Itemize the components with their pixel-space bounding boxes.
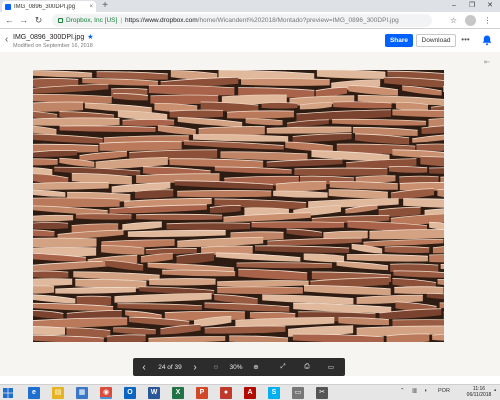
stacked-cork-bark-image: [33, 70, 444, 342]
new-tab-button[interactable]: +: [100, 1, 110, 11]
dropbox-favicon-icon: [5, 3, 11, 10]
taskbar-powerpoint-icon[interactable]: P: [196, 387, 208, 399]
taskbar-app-gray-icon[interactable]: ▭: [292, 387, 304, 399]
minimize-button[interactable]: –: [445, 0, 463, 12]
chrome-menu-icon[interactable]: ⋮: [482, 15, 493, 26]
back-chevron-icon[interactable]: ‹: [5, 34, 8, 45]
preview-area: [0, 52, 500, 376]
next-file-icon[interactable]: ›: [189, 358, 201, 376]
taskbar-excel-icon[interactable]: X: [172, 387, 184, 399]
back-arrow-icon[interactable]: ←: [4, 15, 15, 26]
taskbar-word-icon[interactable]: W: [148, 387, 160, 399]
tab-close-icon[interactable]: ×: [89, 4, 93, 10]
clock-date: 06/11/2018: [466, 392, 492, 398]
profile-avatar-icon[interactable]: [465, 15, 476, 26]
zoom-in-icon[interactable]: ⊕: [245, 358, 267, 376]
notification-bell-icon[interactable]: [481, 34, 493, 46]
bookmark-star-icon[interactable]: ☆: [448, 15, 459, 26]
taskbar-chrome-icon[interactable]: ◉: [100, 387, 112, 399]
url-host: https://www.dropbox.com: [125, 17, 198, 24]
taskbar-store-icon[interactable]: ▦: [76, 387, 88, 399]
modified-date: Modified on September 16, 2018: [13, 43, 93, 49]
windows-start-icon[interactable]: [2, 387, 14, 399]
taskbar-outlook-icon[interactable]: O: [124, 387, 136, 399]
url-path: /home/Wicandent%202018/Montado?preview=I…: [197, 17, 399, 24]
print-icon[interactable]: ⎙: [295, 358, 319, 376]
forward-arrow-icon[interactable]: →: [18, 15, 29, 26]
site-identity: Dropbox, Inc [US]: [66, 17, 118, 24]
file-name: IMG_0896_300DPI.jpg: [13, 33, 85, 41]
action-center-icon[interactable]: ▪: [494, 388, 496, 394]
reload-icon[interactable]: ↻: [33, 15, 44, 26]
sidebar-toggle-icon[interactable]: ⇤: [484, 58, 490, 66]
tray-up-arrow-icon[interactable]: ⌃: [400, 388, 405, 394]
zoom-out-icon[interactable]: ⊖: [205, 358, 227, 376]
browser-tab[interactable]: IMG_0896_300DPI.jpg ×: [2, 1, 96, 12]
image-preview[interactable]: [33, 70, 444, 342]
preview-header: ‹ IMG_0896_300DPI.jpg ★ Modified on Sept…: [0, 30, 500, 52]
language-indicator[interactable]: POR: [438, 388, 450, 394]
taskbar-clock[interactable]: 11:16 06/11/2018: [464, 386, 494, 398]
tab-title: IMG_0896_300DPI.jpg: [14, 3, 76, 10]
volume-icon[interactable]: ◖: [424, 388, 427, 394]
preview-controls: ‹ 24 of 39 › ⊖ 30% ⊕ ⤢ ⎙ ▭: [133, 358, 345, 376]
restore-button[interactable]: ❐: [463, 0, 481, 12]
fullscreen-icon[interactable]: ⤢: [271, 358, 295, 376]
taskbar-app-red-icon[interactable]: ●: [220, 387, 232, 399]
taskbar-snip-icon[interactable]: ✂: [316, 387, 328, 399]
download-button[interactable]: Download: [416, 34, 456, 47]
address-bar-row: ← → ↻ Dropbox, Inc [US] | https://www.dr…: [0, 12, 500, 29]
windows-taskbar: e ▤ ▦ ◉ O W X P ● A S ▭ ✂ ⌃ ▥ ◖ POR 11:16 06/11/2018…: [0, 384, 500, 400]
previous-file-icon[interactable]: ‹: [137, 358, 151, 376]
taskbar-ie-icon[interactable]: e: [28, 387, 40, 399]
tab-strip: IMG_0896_300DPI.jpg × + – ❐ ✕: [0, 0, 500, 12]
lock-icon: [58, 18, 63, 23]
url-bar[interactable]: Dropbox, Inc [US] | https://www.dropbox.…: [52, 14, 432, 27]
url-separator: |: [120, 17, 123, 24]
close-window-button[interactable]: ✕: [481, 0, 499, 12]
favorite-star-icon[interactable]: ★: [87, 33, 93, 41]
taskbar-explorer-icon[interactable]: ▤: [52, 387, 64, 399]
network-icon[interactable]: ▥: [412, 388, 417, 394]
taskbar-skype-icon[interactable]: S: [268, 387, 280, 399]
file-title: IMG_0896_300DPI.jpg ★: [13, 33, 94, 42]
page-counter: 24 of 39: [158, 363, 182, 371]
taskbar-acrobat-icon[interactable]: A: [244, 387, 256, 399]
share-button[interactable]: Share: [385, 34, 413, 47]
zoom-level: 30%: [229, 363, 243, 371]
more-options-button[interactable]: •••: [459, 34, 472, 47]
comment-icon[interactable]: ▭: [319, 358, 343, 376]
